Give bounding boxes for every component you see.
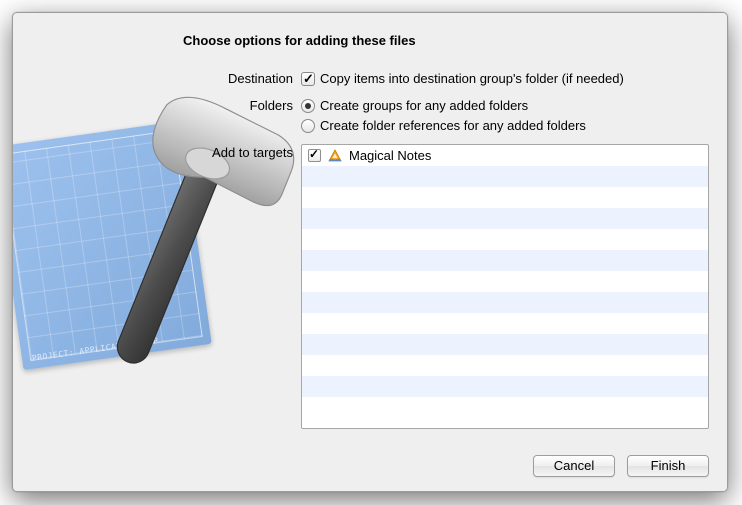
copy-items-checkbox[interactable] (301, 72, 315, 86)
create-refs-radio[interactable] (301, 119, 315, 133)
target-row[interactable]: Magical Notes (302, 145, 708, 166)
target-row[interactable] (302, 313, 708, 334)
form-area: Choose options for adding these files De… (183, 33, 709, 439)
target-row[interactable] (302, 166, 708, 187)
copy-items-text: Copy items into destination group's fold… (320, 70, 624, 87)
target-row[interactable] (302, 334, 708, 355)
button-bar: Cancel Finish (533, 455, 709, 477)
target-checkbox[interactable] (308, 149, 321, 162)
target-row[interactable] (302, 271, 708, 292)
copy-items-option[interactable]: Copy items into destination group's fold… (301, 70, 709, 87)
blueprint-graphic: PROJECT: APPLICATION.APP (12, 121, 212, 370)
target-row[interactable] (302, 187, 708, 208)
sheet-title: Choose options for adding these files (183, 33, 709, 48)
target-row[interactable] (302, 250, 708, 271)
folders-row: Folders Create groups for any added fold… (183, 97, 709, 134)
cancel-button[interactable]: Cancel (533, 455, 615, 477)
create-groups-text: Create groups for any added folders (320, 97, 528, 114)
create-groups-radio[interactable] (301, 99, 315, 113)
folders-label: Folders (183, 97, 301, 113)
folders-option-refs[interactable]: Create folder references for any added f… (301, 117, 709, 134)
destination-label: Destination (183, 70, 301, 86)
finish-button[interactable]: Finish (627, 455, 709, 477)
targets-label: Add to targets (183, 144, 301, 160)
add-files-sheet: PROJECT: APPLICATION.APP Choos (12, 12, 728, 492)
target-row[interactable] (302, 355, 708, 376)
app-icon (327, 148, 343, 164)
targets-row: Add to targets Magical Notes (183, 144, 709, 429)
destination-row: Destination Copy items into destination … (183, 70, 709, 87)
folders-option-groups[interactable]: Create groups for any added folders (301, 97, 709, 114)
target-row[interactable] (302, 376, 708, 397)
targets-list[interactable]: Magical Notes (301, 144, 709, 429)
create-refs-text: Create folder references for any added f… (320, 117, 586, 134)
target-name: Magical Notes (349, 148, 431, 163)
blueprint-caption: PROJECT: APPLICATION.APP (31, 336, 159, 363)
target-row[interactable] (302, 292, 708, 313)
target-row[interactable] (302, 229, 708, 250)
target-row[interactable] (302, 208, 708, 229)
